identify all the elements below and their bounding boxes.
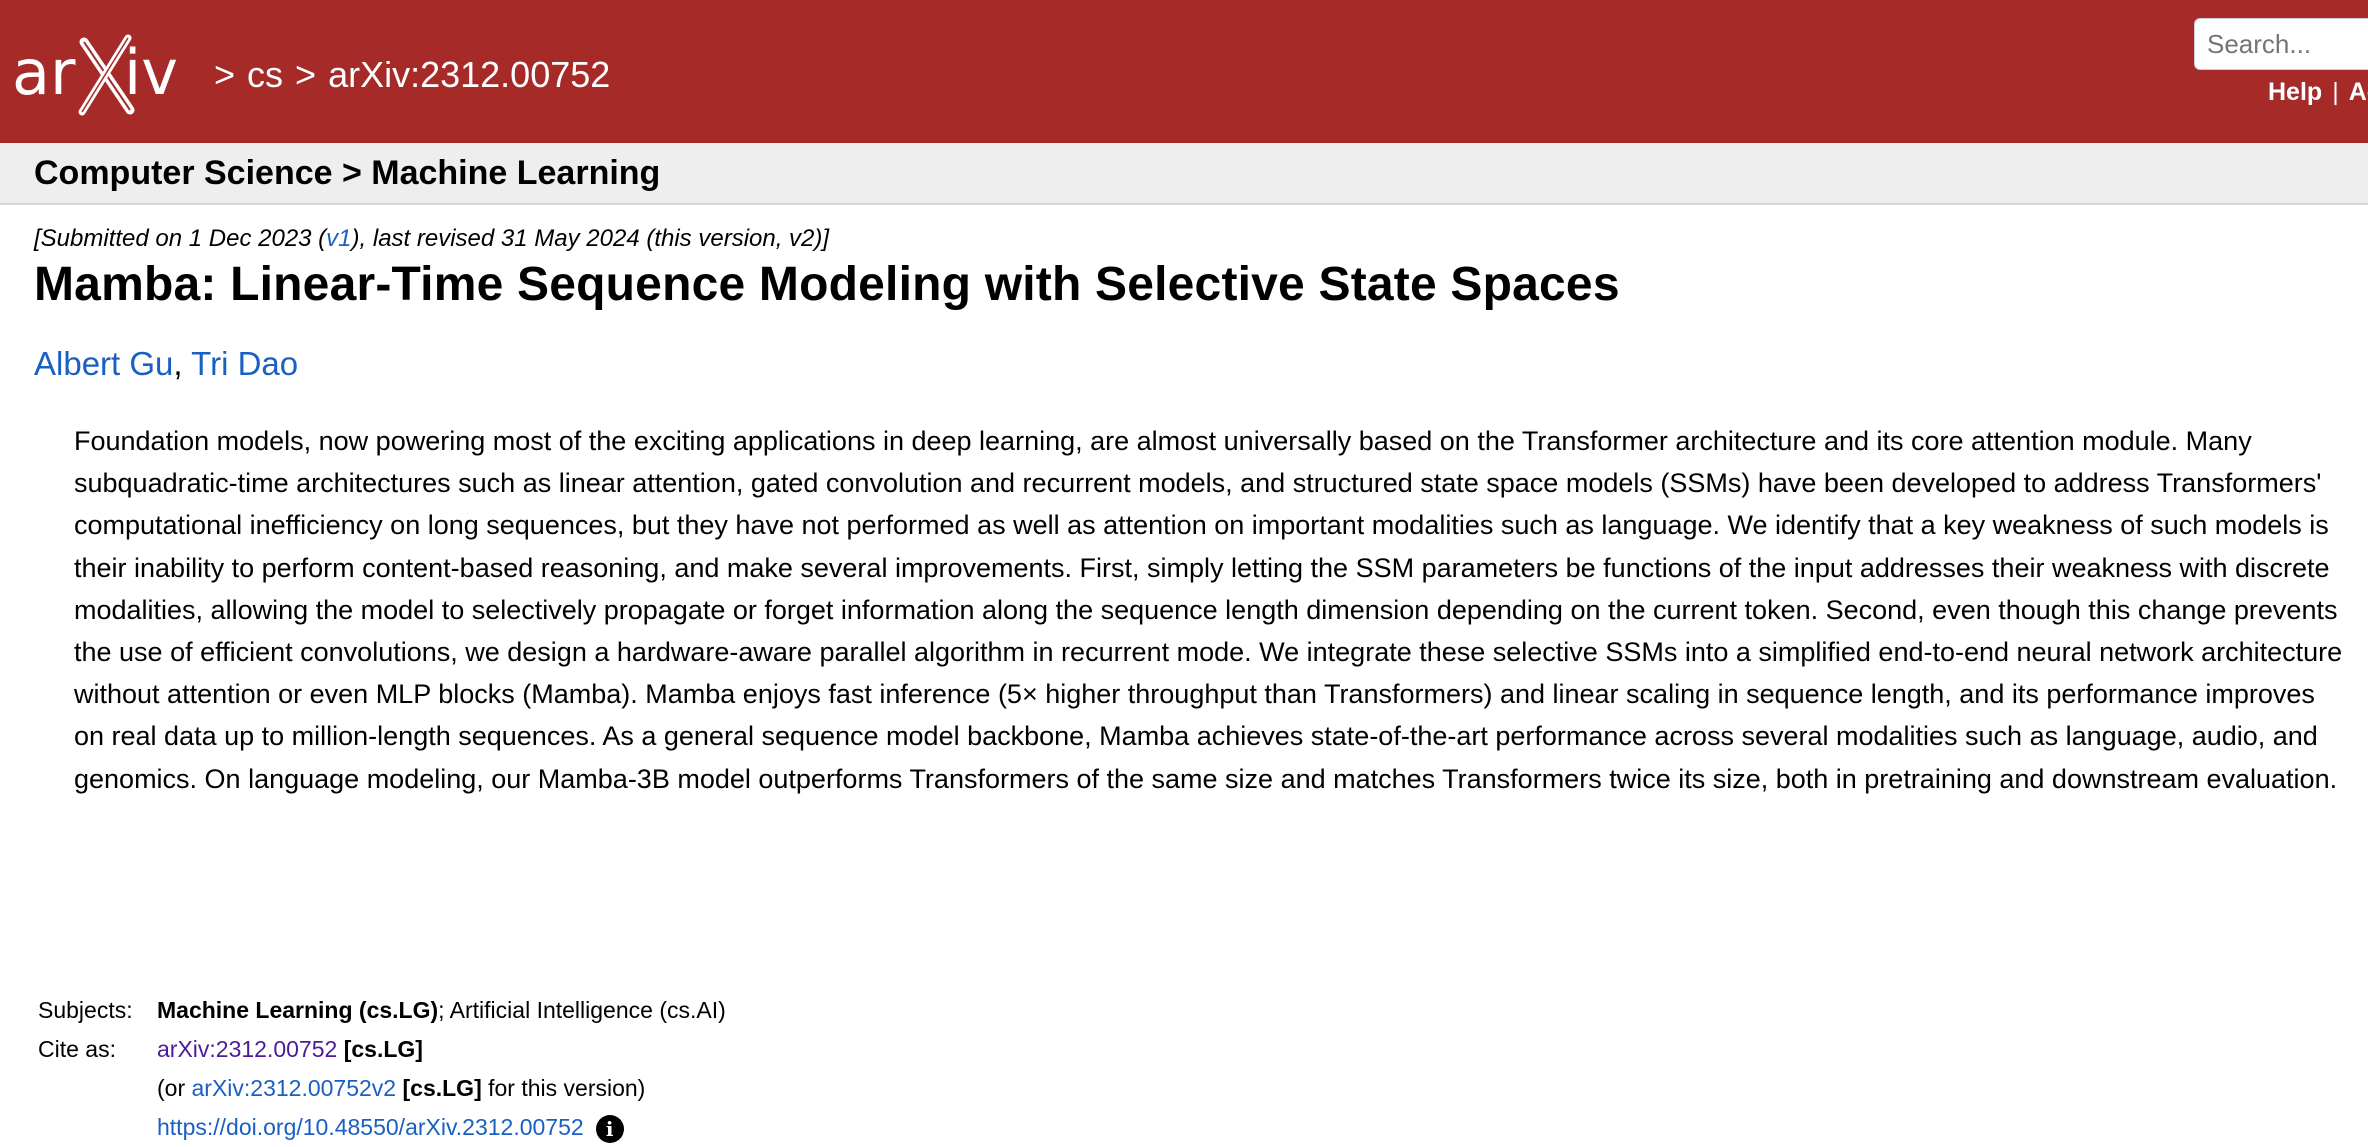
- category-subheader: Computer Science > Machine Learning: [0, 143, 2368, 205]
- svg-text:iv: iv: [124, 36, 178, 109]
- breadcrumb-category-link[interactable]: cs: [247, 54, 283, 95]
- author-link[interactable]: Albert Gu: [34, 345, 173, 382]
- submission-dateline: [Submitted on 1 Dec 2023 (v1), last revi…: [34, 225, 829, 253]
- paper-title: Mamba: Linear-Time Sequence Modeling wit…: [34, 258, 1620, 311]
- breadcrumb-paper-id: arXiv:2312.00752: [328, 54, 611, 95]
- cite-version-value: (or arXiv:2312.00752v2 [cs.LG] for this …: [157, 1075, 645, 1102]
- abstract-text: Foundation models, now powering most of …: [74, 426, 2343, 794]
- doi-link[interactable]: https://doi.org/10.48550/arXiv.2312.0075…: [157, 1114, 584, 1140]
- author-list: Albert Gu, Tri Dao: [34, 345, 298, 383]
- version-v1-link[interactable]: v1: [326, 225, 351, 252]
- cite-value: arXiv:2312.00752 [cs.LG]: [157, 1036, 423, 1063]
- info-icon[interactable]: i: [595, 1114, 624, 1143]
- author-link[interactable]: Tri Dao: [191, 345, 298, 382]
- secondary-subjects: ; Artificial Intelligence (cs.AI): [438, 997, 726, 1023]
- help-link[interactable]: Help: [2268, 78, 2322, 106]
- category-breadcrumb: Computer Science > Machine Learning: [34, 154, 661, 192]
- cite-id-link[interactable]: arXiv:2312.00752: [157, 1036, 337, 1062]
- or-suffix: for this version): [481, 1075, 646, 1101]
- search-input[interactable]: [2194, 18, 2368, 70]
- subjects-label: Subjects:: [38, 997, 133, 1023]
- cite-version-link[interactable]: arXiv:2312.00752v2: [192, 1075, 397, 1101]
- header-links: Help | Ad: [2268, 78, 2368, 107]
- breadcrumb-separator: >: [214, 54, 236, 95]
- or-prefix: (or: [157, 1075, 192, 1101]
- cite-label: Cite as:: [38, 1036, 116, 1062]
- dateline-prefix: [Submitted on 1 Dec 2023 (: [34, 225, 327, 252]
- cite-version-category: [cs.LG]: [402, 1075, 482, 1101]
- author-separator: ,: [173, 345, 192, 382]
- subjects-value: Machine Learning (cs.LG); Artificial Int…: [157, 997, 726, 1024]
- svg-text:ar: ar: [12, 36, 76, 109]
- doi-value: https://doi.org/10.48550/arXiv.2312.0075…: [157, 1114, 624, 1143]
- header-breadcrumb: > cs > arXiv:2312.00752: [202, 54, 610, 96]
- cite-category: [cs.LG]: [343, 1036, 423, 1062]
- breadcrumb-separator: >: [295, 54, 317, 95]
- advanced-search-link[interactable]: Ad: [2349, 78, 2368, 106]
- primary-subject: Machine Learning (cs.LG): [157, 997, 439, 1023]
- dateline-suffix: ), last revised 31 May 2024 (this versio…: [351, 225, 830, 252]
- arxiv-logo[interactable]: ar iv: [12, 28, 198, 120]
- link-separator: |: [2332, 78, 2339, 106]
- site-header: ar iv > cs > arXiv:2312.00752 Help | Ad: [0, 0, 2368, 143]
